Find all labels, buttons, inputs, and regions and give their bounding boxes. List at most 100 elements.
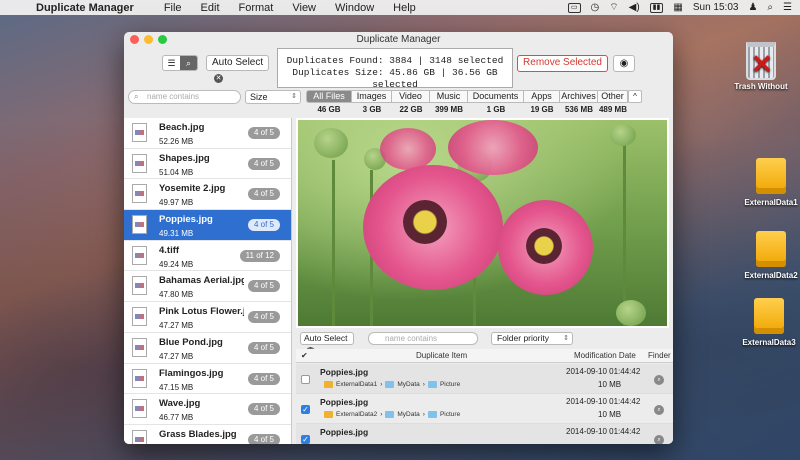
title-bar[interactable]: Duplicate Manager xyxy=(124,32,673,48)
trash-icon xyxy=(746,42,776,80)
image-file-icon xyxy=(132,429,147,444)
row-size: 10 MB xyxy=(598,410,622,419)
tab-size: 536 MB xyxy=(564,105,593,114)
desktop-drive-3[interactable]: ExternalData3 xyxy=(734,298,800,347)
path-drive: ExternalData2 xyxy=(336,411,378,418)
duplicate-count-badge: 4 of 5 xyxy=(247,403,280,416)
name-search-input[interactable]: ⌕ name contains xyxy=(128,90,241,104)
timemachine-icon[interactable]: ◷ xyxy=(591,2,600,13)
file-list-item[interactable]: 4.tiff 49.24 MB 11 of 12 xyxy=(124,241,291,272)
file-list-item[interactable]: Pink Lotus Flower.j... 47.27 MB 4 of 5 xyxy=(124,302,291,333)
auto-select-label: Auto Select xyxy=(304,333,348,343)
poppies-preview-image xyxy=(298,120,667,326)
image-file-icon xyxy=(132,337,147,357)
file-list-item[interactable]: Grass Blades.jpg 4 of 5 xyxy=(124,425,291,444)
tab-video[interactable]: Video 22 GB xyxy=(392,90,430,117)
folder-priority-select[interactable]: Folder priority ⇕ xyxy=(491,332,573,345)
tab-images[interactable]: Images 3 GB xyxy=(352,90,392,117)
poppy-bud xyxy=(616,300,646,326)
row-date: 2014-09-10 01:44:42 xyxy=(566,367,641,376)
menu-view[interactable]: View xyxy=(292,2,316,14)
table-row[interactable]: ✓ Poppies.jpg 2014-09-10 01:44:42 ⌕ xyxy=(296,424,673,444)
menu-app-name[interactable]: Duplicate Manager xyxy=(36,2,134,14)
header-duplicate-item[interactable]: Duplicate Item xyxy=(416,349,467,362)
tab-documents[interactable]: Documents 1 GB xyxy=(468,90,524,117)
notification-center-icon[interactable]: ☰ xyxy=(783,2,792,13)
clear-icon[interactable]: ✕ xyxy=(214,74,223,83)
duplicate-count-badge: 4 of 5 xyxy=(247,127,280,139)
menu-help[interactable]: Help xyxy=(393,2,416,14)
duplicates-table-toolbar: Auto Select✕ name contains Folder priori… xyxy=(296,331,673,356)
tab-size: 3 GB xyxy=(362,105,382,114)
row-checkbox[interactable] xyxy=(301,375,310,384)
list-view-icon[interactable]: ☰ xyxy=(163,56,180,70)
header-check[interactable]: ✔ xyxy=(301,349,308,362)
battery-icon[interactable]: ▮▮ xyxy=(649,2,664,13)
file-list-item[interactable]: Bahamas Aerial.jpg 47.80 MB 4 of 5 xyxy=(124,271,291,303)
toolbar: ☰ ⌕ Auto Select ✕ Duplicates Found: 3884 … xyxy=(124,48,673,90)
tab-apps[interactable]: Apps 19 GB xyxy=(524,90,560,117)
tab-all-files[interactable]: All Files 46 GB xyxy=(306,90,352,117)
user-icon[interactable]: ♟ xyxy=(748,2,757,13)
search-placeholder: name contains xyxy=(385,334,438,343)
path-subfolder: Picture xyxy=(439,381,461,388)
file-list-item[interactable]: Yosemite 2.jpg 49.97 MB 4 of 5 xyxy=(124,179,291,211)
auto-select-button[interactable]: Auto Select ✕ xyxy=(206,55,269,83)
file-list-item[interactable]: Blue Pond.jpg 47.27 MB 4 of 5 xyxy=(124,333,291,364)
reveal-in-finder-icon[interactable]: ⌕ xyxy=(654,375,664,385)
table-search-input[interactable]: name contains xyxy=(368,332,478,345)
file-name: Flamingos.jpg xyxy=(159,367,224,379)
row-path: ExternalData2 › MyData › Picture xyxy=(324,411,460,418)
minimize-window-button[interactable] xyxy=(144,35,153,44)
desktop-drive-2[interactable]: ExternalData2 xyxy=(736,231,800,280)
wifi-icon[interactable]: ⌔ xyxy=(609,1,618,14)
menu-window[interactable]: Window xyxy=(335,2,374,14)
view-mode-segmented-control[interactable]: ☰ ⌕ xyxy=(162,55,198,71)
spotlight-icon[interactable]: ⌕ xyxy=(767,2,773,13)
sort-select[interactable]: Size ⇕ xyxy=(245,90,301,104)
desktop-drive-1[interactable]: ExternalData1 xyxy=(736,158,800,207)
tab-music[interactable]: Music 399 MB xyxy=(430,90,468,117)
preview-view-icon[interactable]: ⌕ xyxy=(180,56,197,70)
close-window-button[interactable] xyxy=(130,35,139,44)
menu-format[interactable]: Format xyxy=(239,2,274,14)
zoom-window-button[interactable] xyxy=(158,35,167,44)
remove-selected-button[interactable]: Remove Selected xyxy=(517,55,608,72)
row-checkbox-checked[interactable]: ✓ xyxy=(301,405,310,414)
search-icon: ⌕ xyxy=(134,92,139,101)
desktop-trash-label: Trash Without xyxy=(734,82,788,91)
external-drive-icon xyxy=(754,298,784,334)
tab-label: Archives xyxy=(560,90,598,103)
tab-label: Video xyxy=(392,90,430,103)
header-modification-date[interactable]: Modification Date xyxy=(574,349,636,362)
table-row[interactable]: Poppies.jpg ExternalData1 › MyData › Pictu… xyxy=(296,364,673,394)
chevron-updown-icon: ⇕ xyxy=(563,335,569,342)
folder-icon xyxy=(427,381,437,388)
table-row[interactable]: ✓ Poppies.jpg ExternalData2 › MyData › Pic… xyxy=(296,394,673,424)
header-finder[interactable]: Finder xyxy=(648,349,671,362)
menu-file[interactable]: File xyxy=(164,2,182,14)
file-list-item-selected[interactable]: Poppies.jpg 49.31 MB 4 of 5 xyxy=(124,210,291,241)
chevron-up-icon[interactable]: ^ xyxy=(628,90,642,103)
tab-archives[interactable]: Archives 536 MB xyxy=(560,90,598,117)
row-checkbox-checked[interactable]: ✓ xyxy=(301,435,310,444)
file-name: Wave.jpg xyxy=(159,398,201,410)
clock[interactable]: Sun 15:03 xyxy=(693,2,739,13)
flag-icon[interactable]: ▦ xyxy=(673,2,682,13)
reveal-in-finder-icon[interactable]: ⌕ xyxy=(654,435,664,444)
monitor-icon[interactable]: ▭ xyxy=(567,2,581,13)
quick-look-eye-icon[interactable]: ◉ xyxy=(613,55,635,72)
desktop-trash[interactable]: Trash Without xyxy=(726,42,796,91)
reveal-in-finder-icon[interactable]: ⌕ xyxy=(654,405,664,415)
file-list-item[interactable]: Flamingos.jpg 47.15 MB 4 of 5 xyxy=(124,364,291,395)
volume-icon[interactable]: ◀) xyxy=(629,2,640,13)
file-list-item[interactable]: Shapes.jpg 51.04 MB 4 of 5 xyxy=(124,149,291,180)
tab-other[interactable]: Other 489 MB xyxy=(598,90,628,117)
table-auto-select-button[interactable]: Auto Select✕ xyxy=(300,332,354,356)
file-list-item[interactable]: Wave.jpg 46.77 MB 4 of 5 xyxy=(124,394,291,425)
file-size: 47.27 MB xyxy=(159,321,194,331)
file-list-item[interactable]: Beach.jpg 52.26 MB 4 of 5 xyxy=(124,118,291,149)
desktop-drive-label: ExternalData3 xyxy=(742,338,796,347)
file-name: Blue Pond.jpg xyxy=(159,336,223,348)
menu-edit[interactable]: Edit xyxy=(201,2,220,14)
